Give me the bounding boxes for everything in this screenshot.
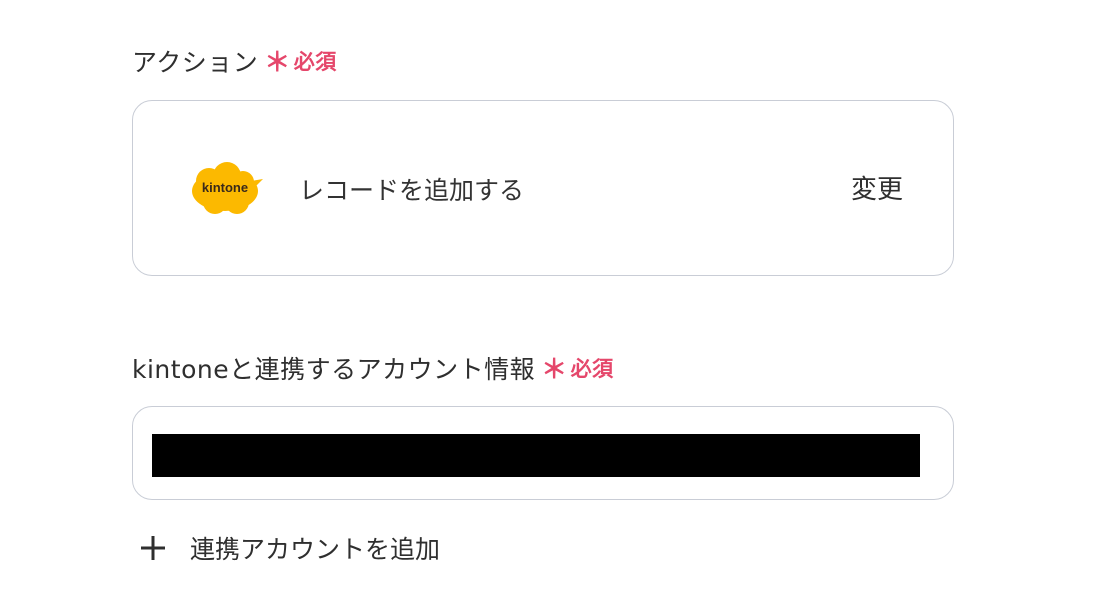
add-account-button[interactable]: 連携アカウントを追加 xyxy=(140,530,440,566)
action-card: kintone レコードを追加する 変更 xyxy=(132,100,954,276)
kintone-logo-text: kintone xyxy=(202,180,248,195)
required-badge: 必須 xyxy=(293,49,337,74)
account-label-text: kintoneと連携するアカウント情報 xyxy=(132,354,536,384)
required-asterisk-icon: ＊ xyxy=(264,48,291,78)
action-label-text: アクション xyxy=(132,47,259,77)
kintone-logo-icon: kintone xyxy=(185,159,265,219)
add-account-label: 連携アカウントを追加 xyxy=(190,535,441,564)
action-name: レコードを追加する xyxy=(299,176,525,205)
account-section-label: kintoneと連携するアカウント情報 ＊ 必須 xyxy=(132,349,614,386)
plus-icon xyxy=(140,535,166,561)
account-select-field[interactable] xyxy=(132,406,954,500)
redacted-account-value xyxy=(152,434,920,477)
action-section-label: アクション ＊ 必須 xyxy=(132,42,337,79)
required-badge: 必須 xyxy=(570,356,614,381)
required-asterisk-icon: ＊ xyxy=(541,355,568,385)
change-action-button[interactable]: 変更 xyxy=(851,169,903,206)
